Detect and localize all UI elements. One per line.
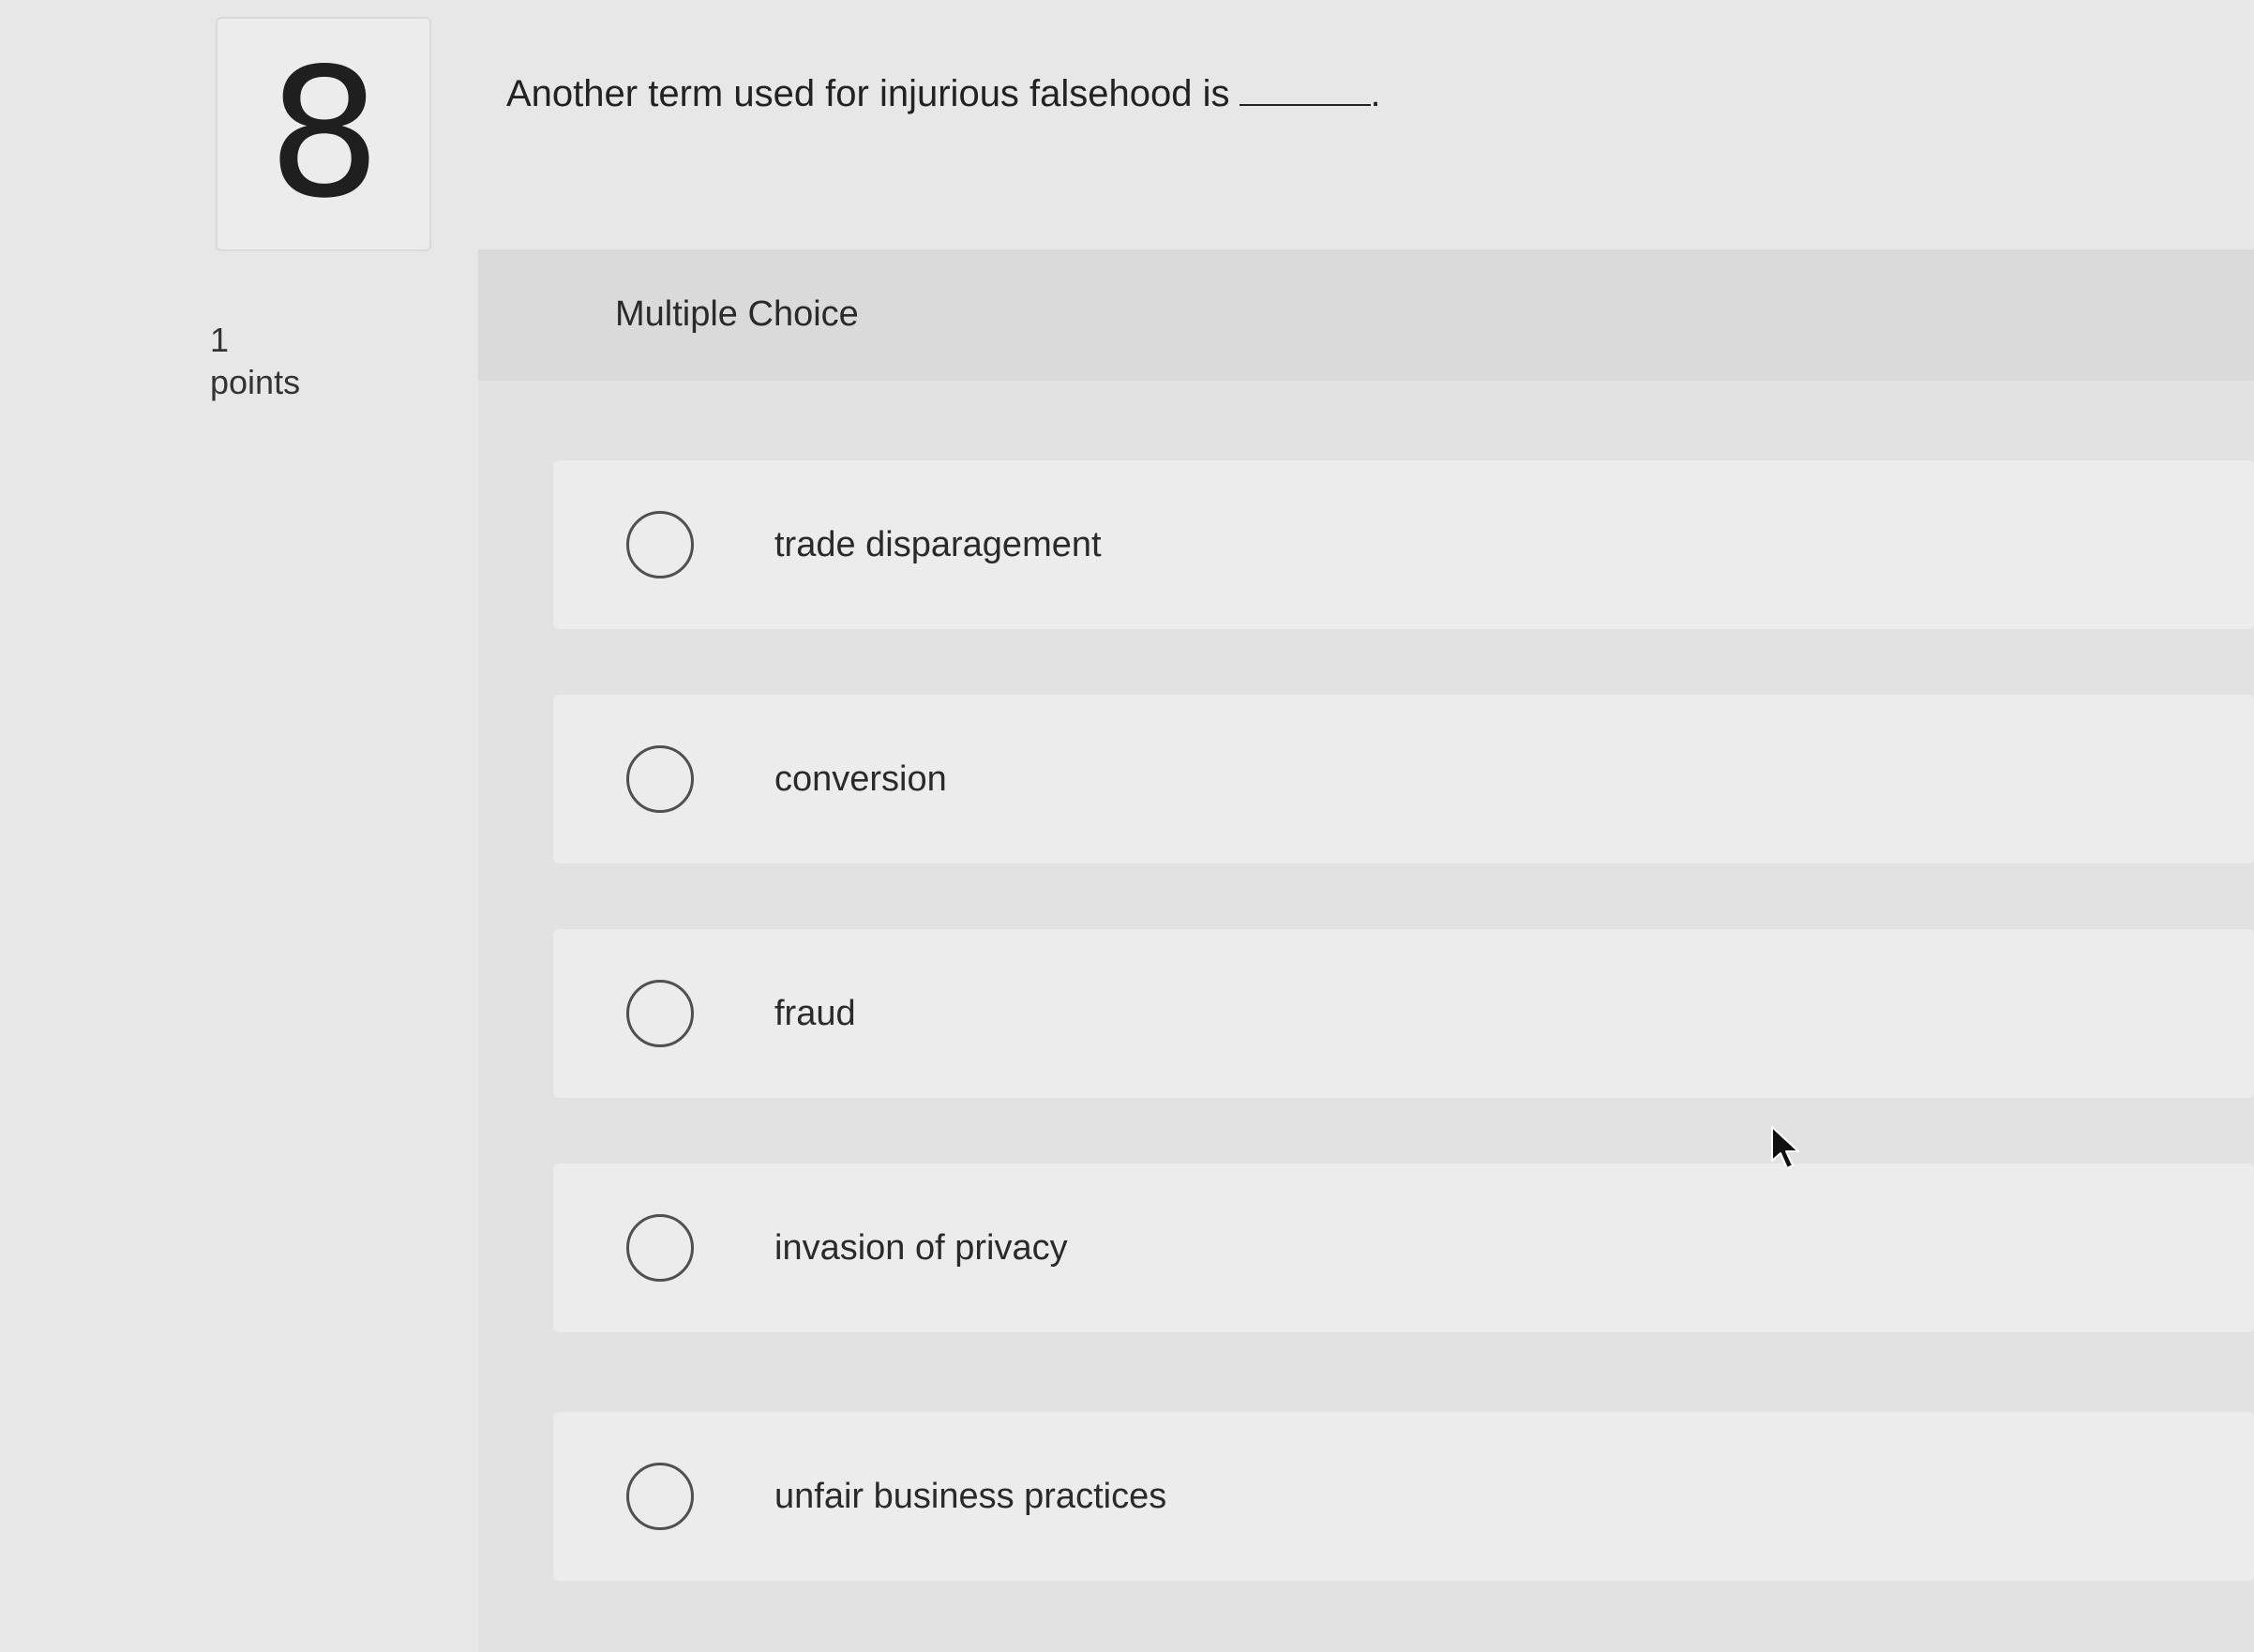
question-prompt: Another term used for injurious falsehoo… [506, 73, 1381, 115]
question-number: 8 [267, 30, 382, 237]
question-prompt-end: . [1370, 73, 1381, 114]
points-indicator: 1 points [210, 319, 300, 403]
answer-option[interactable]: fraud [553, 929, 2254, 1098]
answer-option[interactable]: unfair business practices [553, 1412, 2254, 1581]
answer-option-label: trade disparagement [774, 524, 1102, 564]
answer-panel-header: Multiple Choice [478, 249, 2254, 381]
answer-option[interactable]: trade disparagement [553, 460, 2254, 629]
question-number-box: 8 [216, 17, 431, 251]
radio-unchecked-icon[interactable] [626, 1214, 694, 1282]
radio-unchecked-icon[interactable] [626, 511, 694, 578]
radio-unchecked-icon[interactable] [626, 980, 694, 1047]
mouse-pointer-icon [1771, 1126, 1799, 1169]
radio-unchecked-icon[interactable] [626, 1463, 694, 1530]
answer-option[interactable]: invasion of privacy [553, 1164, 2254, 1332]
points-value: 1 [210, 321, 230, 359]
question-type-label: Multiple Choice [615, 294, 859, 334]
answer-option-label: conversion [774, 758, 947, 799]
answer-option[interactable]: conversion [553, 695, 2254, 864]
answer-panel: Multiple Choice trade disparagement conv… [478, 249, 2254, 1652]
answer-option-label: invasion of privacy [774, 1227, 1068, 1268]
points-label: points [210, 363, 301, 401]
answer-option-label: fraud [774, 993, 856, 1033]
question-prompt-text: Another term used for injurious falsehoo… [506, 73, 1230, 114]
radio-unchecked-icon[interactable] [626, 745, 694, 813]
answer-blank [1239, 76, 1371, 106]
answer-option-label: unfair business practices [774, 1476, 1167, 1516]
